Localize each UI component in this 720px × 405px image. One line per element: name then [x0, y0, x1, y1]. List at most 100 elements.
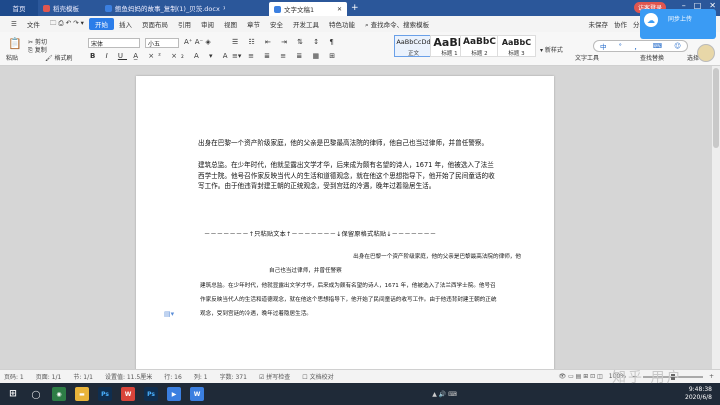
pasted-line-1[interactable]: 出身在巴黎一个资产阶级家庭，他的父亲是巴黎最高法院的律师，他: [316, 250, 521, 264]
status-pages: 页面: 1/1: [35, 374, 62, 381]
font-name-select[interactable]: 宋体: [88, 38, 140, 48]
style-sample: AaBbC: [463, 37, 496, 47]
photoshop-icon[interactable]: Ps: [98, 387, 112, 401]
menu-references[interactable]: 引用: [173, 19, 196, 29]
tab-label: 文字文稿1: [284, 6, 315, 14]
paste-icon[interactable]: 📋: [8, 36, 22, 50]
new-style-button[interactable]: ▾ 新样式: [540, 45, 563, 54]
tab-spacer: [225, 0, 269, 16]
paste-label[interactable]: 粘贴: [6, 53, 18, 62]
video-player-icon[interactable]: ▶: [167, 387, 181, 401]
status-col: 列: 1: [193, 374, 208, 381]
style-label: 标题 2: [471, 51, 488, 57]
paste-options-icon[interactable]: ▤▾: [164, 310, 174, 318]
menu-chapter[interactable]: 章节: [242, 19, 265, 29]
close-icon[interactable]: ✕: [334, 6, 342, 13]
paste-separator[interactable]: －－－－－－－↑只粘贴文本↑－－－－－－－↓保留原格式粘贴↓－－－－－－－: [204, 229, 494, 238]
text-tools-button[interactable]: 文字工具: [575, 53, 599, 62]
tab-document[interactable]: 鲍鱼妈妈的故事_复制(1)_贝茨.docx ✕: [100, 0, 225, 16]
zoom-in-icon[interactable]: +: [709, 373, 714, 380]
menu-features[interactable]: 特色功能: [324, 19, 360, 29]
unsaved-status[interactable]: 未保存: [589, 19, 609, 29]
status-words[interactable]: 字数: 371: [220, 372, 247, 381]
status-page: 页码: 1: [4, 374, 24, 381]
scrollbar-thumb[interactable]: [713, 68, 719, 148]
menu-bar: ☰ 文件 🗀 ⎙ ↶ ↷ ▾ 开始 插入 页面布局 引用 审阅 视图 章节 安全…: [0, 16, 720, 32]
ime-chinese[interactable]: 中: [600, 41, 607, 51]
cloud-sync-badge[interactable]: ☁ 同步上传: [640, 9, 716, 39]
avatar[interactable]: [697, 44, 715, 62]
start-icon[interactable]: ⊞: [6, 387, 20, 401]
tab-label: 稻壳模板: [53, 5, 79, 13]
cloud-sync-label: 同步上传: [668, 16, 693, 23]
format-painter-label: 格式刷: [54, 55, 73, 62]
menu-insert[interactable]: 插入: [114, 19, 137, 29]
menu-review[interactable]: 审阅: [196, 19, 219, 29]
style-sample: AaBbC: [501, 38, 532, 47]
spell-check-toggle[interactable]: ☑ 拼写检查: [259, 372, 290, 381]
style-normal[interactable]: AaBbCcDd 正文: [394, 35, 433, 57]
system-clock[interactable]: 9:48:38 2020/6/8: [685, 386, 712, 402]
document-area: 出身在巴黎一个资产阶级家庭，他的父亲是巴黎最高法院的律师，他自己也当过律师，并曾…: [0, 66, 720, 369]
find-replace-button[interactable]: 查找替换: [640, 53, 664, 62]
format-painter-button[interactable]: 🖌 格式刷: [45, 53, 73, 62]
menu-file[interactable]: 文件: [22, 19, 45, 29]
search-icon[interactable]: ◯: [29, 387, 43, 401]
style-sample: AaBbCcDd: [396, 38, 431, 46]
photoshop-icon[interactable]: Ps: [144, 387, 158, 401]
status-row: 行: 16: [164, 374, 182, 381]
menu-page-layout[interactable]: 页面布局: [137, 19, 173, 29]
paragraph-2[interactable]: 建筑总监。在少年时代，他就显露出文学才华，后来成为颇有名望的诗人，1671 年，…: [198, 160, 498, 192]
list-buttons[interactable]: ☰ ☷ ⇤ ⇥ ⇅ ↕ ¶: [232, 38, 338, 46]
status-setting: 设置值: 11.5厘米: [104, 374, 153, 381]
search-command[interactable]: ⌕ 查找命令、搜索模板: [360, 19, 434, 30]
style-heading2[interactable]: AaBbC 标题 2: [460, 35, 499, 57]
ime-halfwidth[interactable]: °: [619, 42, 622, 50]
view-mode-icons[interactable]: 👁 ▭ ▤ ⊞ ⊡ ◫: [559, 373, 603, 380]
ime-keyboard[interactable]: ⌨: [653, 42, 662, 50]
font-format-buttons[interactable]: B I U A̲ ×² ×₂ A ▾ A ▾: [90, 52, 245, 60]
menu-view[interactable]: 视图: [219, 19, 242, 29]
menu-developer[interactable]: 开发工具: [288, 19, 324, 29]
doc-check-button[interactable]: ☐ 文档校对: [302, 372, 333, 381]
tab-label: 鲍鱼妈妈的故事_复制(1)_贝茨.docx: [115, 5, 220, 13]
tab-template[interactable]: 稻壳模板: [38, 0, 100, 16]
spell-check-label: 拼写检查: [266, 374, 291, 381]
style-heading3[interactable]: AaBbC 标题 3: [497, 35, 536, 57]
style-label: 标题 3: [508, 51, 525, 57]
copy-button[interactable]: ⎘ 复制: [28, 45, 47, 55]
search-command-label: 查找命令、搜索模板: [370, 20, 430, 29]
menu-start[interactable]: 开始: [88, 18, 114, 30]
paragraph-1[interactable]: 出身在巴黎一个资产阶级家庭，他的父亲是巴黎最高法院的律师，他自己也当过律师，并曾…: [198, 138, 498, 149]
status-section: 节: 1/1: [73, 374, 93, 381]
tab-active-document[interactable]: 文字文稿1 ✕: [269, 2, 347, 16]
browser-icon[interactable]: ◉: [52, 387, 66, 401]
tab-home[interactable]: 首页: [0, 0, 38, 16]
font-size-buttons[interactable]: A⁺ A⁻ ◈: [184, 38, 211, 46]
quick-access-icons[interactable]: 🗀 ⎙ ↶ ↷ ▾: [45, 19, 89, 30]
pasted-line-2[interactable]: 自己也当过律师，并曾任警察: [269, 264, 342, 278]
wps-writer-icon[interactable]: W: [121, 387, 135, 401]
system-tray[interactable]: ▲ 🔊 ⌨: [432, 391, 457, 398]
menu-icon[interactable]: ☰: [6, 20, 22, 28]
style-label: 正文: [407, 51, 419, 57]
cloud-icon: ☁: [644, 13, 658, 27]
ime-punct[interactable]: ，: [634, 41, 641, 51]
clock-date: 2020/6/8: [685, 394, 712, 401]
wps-window: 首页 稻壳模板 鲍鱼妈妈的故事_复制(1)_贝茨.docx ✕ 文字文稿1 ✕ …: [0, 0, 720, 405]
wps-icon[interactable]: W: [190, 387, 204, 401]
ime-toolbar[interactable]: 中 ° ， ⌨ ☺: [593, 40, 688, 52]
folder-icon[interactable]: ▬: [75, 387, 89, 401]
align-buttons[interactable]: ≡ ≡ ≣ ≡ ≣ ▦ ⊞: [232, 52, 339, 60]
document-page[interactable]: 出身在巴黎一个资产阶级家庭，他的父亲是巴黎最高法院的律师，他自己也当过律师，并曾…: [136, 76, 554, 369]
template-icon: [43, 4, 50, 12]
tab-bar: 首页 稻壳模板 鲍鱼妈妈的故事_复制(1)_贝茨.docx ✕ 文字文稿1 ✕ …: [0, 0, 720, 16]
font-size-select[interactable]: 小五: [145, 38, 179, 48]
pasted-paragraph[interactable]: 建筑总监。在少年时代，他就显露出文学才华，后来成为颇有名望的诗人，1671 年，…: [200, 279, 498, 321]
ime-emoji[interactable]: ☺: [674, 42, 681, 50]
vertical-scrollbar[interactable]: [712, 66, 720, 369]
new-tab-icon[interactable]: +: [347, 0, 363, 16]
menu-security[interactable]: 安全: [265, 19, 288, 29]
collaborate-button[interactable]: 协作: [614, 19, 627, 29]
word-doc-icon: [274, 5, 281, 13]
